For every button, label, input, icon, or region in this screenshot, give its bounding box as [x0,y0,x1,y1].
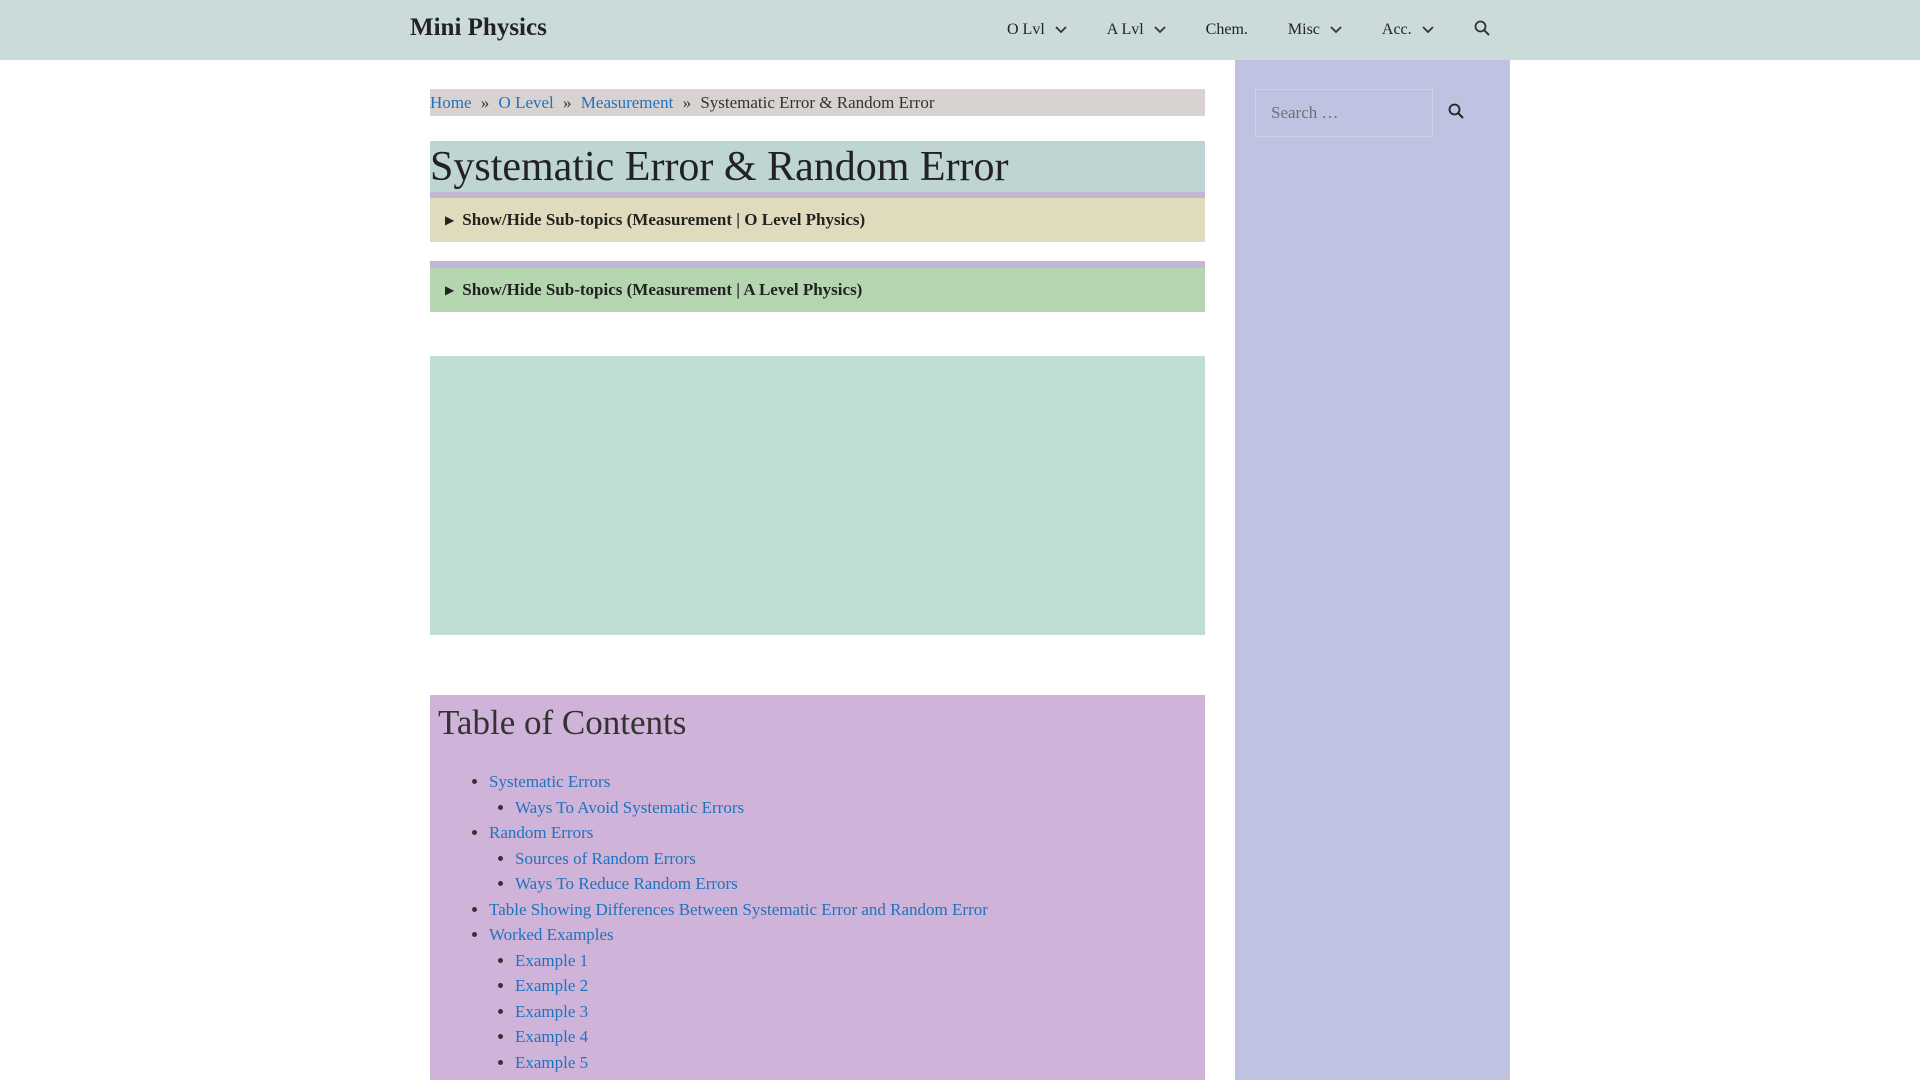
toc-link-table-differences[interactable]: Table Showing Differences Between System… [489,900,988,919]
sidebar-search-input[interactable] [1255,89,1433,137]
nav-label: Misc [1287,21,1320,38]
toc-link-example-3[interactable]: Example 3 [515,1002,588,1021]
subtopics-label: Show/Hide Sub-topics (Measurement | O Le… [462,210,866,229]
nav-item-o-lvl[interactable]: O Lvl [987,0,1087,60]
table-of-contents: Table of Contents Systematic Errors Ways… [430,695,1205,1080]
toc-item: Systematic Errors Ways To Avoid Systemat… [489,769,988,820]
toc-link-example-1[interactable]: Example 1 [515,951,588,970]
breadcrumb-separator: » [563,93,572,112]
toc-title: Table of Contents [438,703,687,742]
breadcrumb-separator: » [480,93,490,112]
breadcrumb-link-home[interactable]: Home [430,93,472,112]
toc-subitem: Example 4 [515,1024,988,1050]
toc-subitem: Ways To Reduce Random Errors [515,871,988,897]
toc-link-systematic-errors[interactable]: Systematic Errors [489,772,610,791]
nav-label: O Lvl [1007,21,1045,38]
toc-subitem: Example 1 [515,948,988,974]
chevron-down-icon [1330,26,1342,34]
toc-link-example-2[interactable]: Example 2 [515,976,588,995]
breadcrumb-separator: » [682,93,692,112]
toc-link-random-errors[interactable]: Random Errors [489,823,593,842]
sidebar [1235,60,1510,1080]
chevron-down-icon [1055,26,1067,34]
site-brand[interactable]: Mini Physics [410,14,547,42]
toc-item: Worked Examples Example 1 Example 2 Exam… [489,922,988,1075]
nav-item-acc[interactable]: Acc. [1362,0,1454,60]
search-icon [1474,20,1490,41]
toc-item: Table Showing Differences Between System… [489,897,988,923]
page-title: Systematic Error & Random Error [430,144,1009,190]
subtopics-label: Show/Hide Sub-topics (Measurement | A Le… [462,280,863,299]
nav-item-a-lvl[interactable]: A Lvl [1087,0,1186,60]
toc-subitem: Ways To Avoid Systematic Errors [515,795,988,821]
toc-subitem: Example 5 [515,1050,988,1076]
chevron-down-icon [1154,26,1166,34]
toc-link-ways-avoid-systematic[interactable]: Ways To Avoid Systematic Errors [515,798,744,817]
breadcrumb-link-measurement[interactable]: Measurement [581,93,674,112]
breadcrumb-link-o-level[interactable]: O Level [499,93,554,112]
nav-item-misc[interactable]: Misc [1268,0,1362,60]
nav-item-chem[interactable]: Chem. [1186,0,1268,60]
toc-link-example-4[interactable]: Example 4 [515,1027,588,1046]
triangle-right-icon: ▶ [445,212,455,227]
toc-link-example-5[interactable]: Example 5 [515,1053,588,1072]
site-header: Mini Physics O Lvl A Lvl Chem. Misc Acc. [0,0,1920,60]
divider [430,261,1205,268]
nav-label: Acc. [1381,21,1412,38]
search-icon [1448,103,1464,124]
a-level-subtopics-toggle[interactable]: ▶ Show/Hide Sub-topics (Measurement | A … [430,268,1205,312]
nav-search-button[interactable] [1454,0,1510,60]
toc-link-sources-random[interactable]: Sources of Random Errors [515,849,696,868]
toc-item: Random Errors Sources of Random Errors W… [489,820,988,897]
breadcrumb: Home » O Level » Measurement » Systemati… [430,89,1205,116]
toc-link-worked-examples[interactable]: Worked Examples [489,925,614,944]
toc-subitem: Sources of Random Errors [515,846,988,872]
nav-label: Chem. [1205,21,1248,38]
toc-list: Systematic Errors Ways To Avoid Systemat… [430,769,988,1075]
nav-label: A Lvl [1106,21,1144,38]
chevron-down-icon [1422,26,1434,34]
toc-link-ways-reduce-random[interactable]: Ways To Reduce Random Errors [515,874,738,893]
toc-subitem: Example 3 [515,999,988,1025]
sidebar-search-button[interactable] [1433,89,1479,137]
o-level-subtopics-toggle[interactable]: ▶ Show/Hide Sub-topics (Measurement | O … [430,198,1205,242]
triangle-right-icon: ▶ [445,282,455,297]
ad-placeholder [430,356,1205,635]
breadcrumb-current: Systematic Error & Random Error [700,93,935,112]
main-nav: O Lvl A Lvl Chem. Misc Acc. [987,0,1510,60]
toc-subitem: Example 2 [515,973,988,999]
